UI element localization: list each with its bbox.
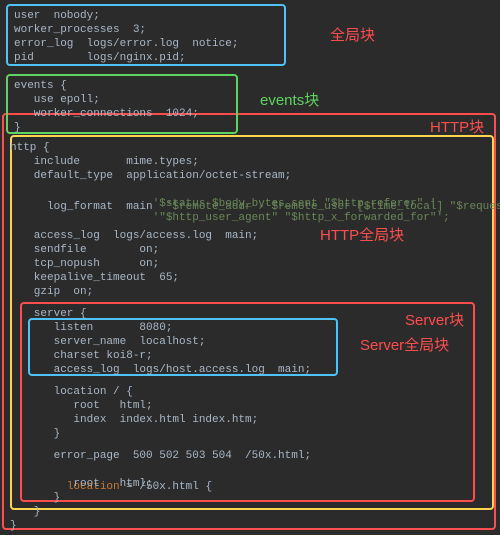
label-http: HTTP块 bbox=[430, 117, 484, 140]
label-server-global: Server全局块 bbox=[360, 335, 449, 358]
code-line: '"$http_user_agent" "$http_x_forwarded_f… bbox=[14, 210, 450, 227]
code-line: } bbox=[10, 518, 17, 535]
label-http-global: HTTP全局块 bbox=[320, 225, 404, 248]
code-line: worker_connections 1024; bbox=[14, 106, 199, 123]
code-line: } bbox=[14, 504, 40, 521]
code-line: } bbox=[14, 120, 21, 137]
label-global: 全局块 bbox=[330, 25, 375, 48]
code-line: access_log logs/host.access.log main; bbox=[14, 362, 311, 379]
label-events: events块 bbox=[260, 90, 319, 113]
code-line: pid logs/nginx.pid; bbox=[14, 50, 186, 67]
label-server: Server块 bbox=[405, 310, 464, 333]
code-line: } bbox=[14, 426, 60, 443]
code-line: gzip on; bbox=[14, 284, 93, 301]
